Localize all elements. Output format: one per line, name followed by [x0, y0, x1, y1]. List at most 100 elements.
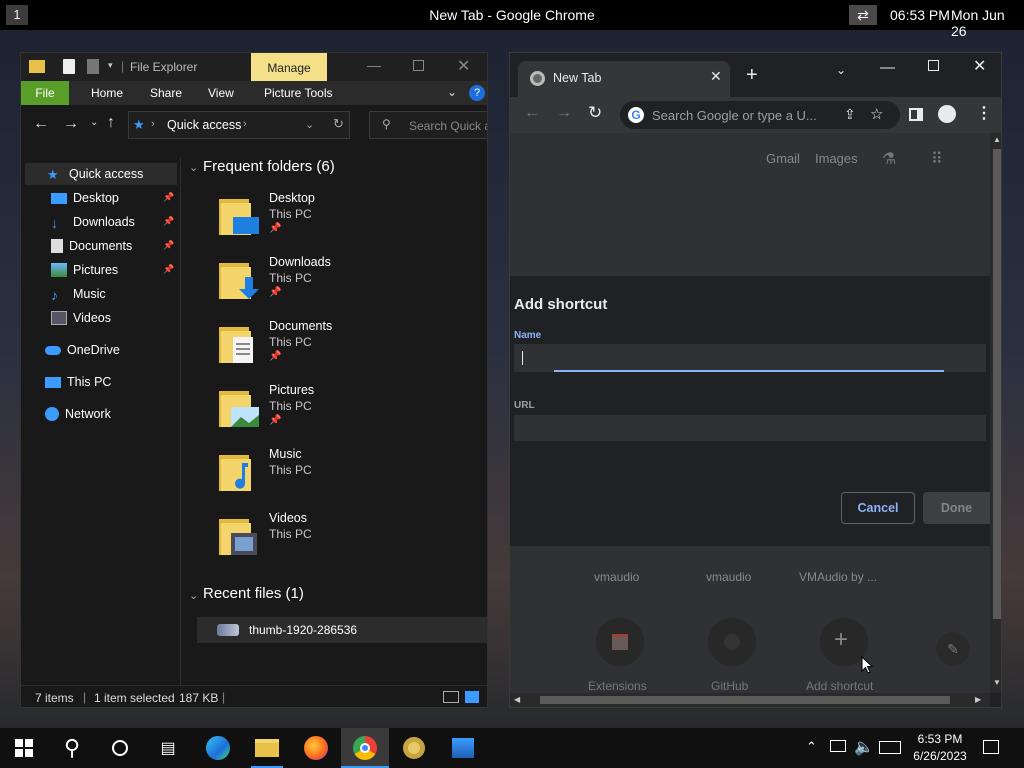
close-tab-icon[interactable]: ✕: [710, 68, 722, 85]
sidebar-item-music[interactable]: ♪ Music: [51, 283, 177, 305]
extensions-shortcut-tile[interactable]: [596, 618, 644, 666]
shortcut-title[interactable]: vmaudio: [594, 570, 639, 584]
new-tab-button[interactable]: +: [746, 64, 758, 87]
help-icon[interactable]: ?: [469, 85, 485, 101]
volume-icon[interactable]: 🔈: [854, 737, 874, 757]
folder-tile-desktop[interactable]: Desktop This PC 📌: [219, 191, 479, 251]
cancel-button[interactable]: Cancel: [841, 492, 915, 524]
profile-avatar-icon[interactable]: [938, 105, 956, 123]
url-field[interactable]: [514, 415, 986, 441]
section-header-recent[interactable]: Recent files (1): [203, 585, 304, 602]
bookmark-star-icon[interactable]: ☆: [870, 105, 883, 123]
sidebar-item-videos[interactable]: Videos: [51, 307, 177, 329]
sidebar-item-downloads[interactable]: ↓ Downloads 📌: [51, 211, 177, 233]
scroll-right-arrow-icon[interactable]: ▶: [975, 695, 981, 704]
panel-clock-date[interactable]: Mon Jun 26: [951, 7, 1024, 39]
file-explorer-taskbar-icon[interactable]: [243, 728, 291, 768]
swap-icon[interactable]: ⇄: [849, 5, 877, 25]
sidebar-item-onedrive[interactable]: OneDrive: [45, 339, 177, 361]
photos-app-icon[interactable]: [439, 728, 487, 768]
search-box[interactable]: ⚲ Search Quick a: [369, 111, 487, 139]
scrollbar-thumb[interactable]: [540, 696, 950, 704]
done-button[interactable]: Done: [923, 492, 990, 524]
collapse-chevron-icon[interactable]: ⌄: [189, 161, 198, 174]
section-header-frequent[interactable]: Frequent folders (6): [203, 158, 335, 175]
refresh-icon[interactable]: ↻: [333, 116, 344, 132]
back-arrow-icon[interactable]: ←: [33, 115, 49, 133]
ribbon-expand-icon[interactable]: ⌄: [447, 85, 457, 99]
ribbon-tab-file[interactable]: File: [21, 81, 69, 105]
maximize-button[interactable]: [413, 60, 424, 71]
forward-arrow-icon[interactable]: →: [63, 115, 79, 133]
shortcut-title[interactable]: VMAudio by ...: [799, 570, 877, 584]
qat-dropdown-icon[interactable]: ▾: [108, 60, 113, 71]
tab-search-icon[interactable]: ⌄: [836, 63, 846, 77]
touch-keyboard-icon[interactable]: [879, 741, 901, 754]
minimize-button[interactable]: —: [880, 59, 895, 76]
scroll-down-arrow-icon[interactable]: ▼: [993, 678, 1001, 687]
sidebar-item-quick-access[interactable]: ★ Quick access: [25, 163, 177, 185]
reload-icon[interactable]: ↻: [588, 103, 602, 123]
ribbon-tab-home[interactable]: Home: [91, 86, 123, 100]
network-status-icon[interactable]: [830, 740, 846, 752]
address-bar[interactable]: ★ › Quick access › ⌄ ↻: [128, 111, 350, 139]
new-folder-icon[interactable]: [87, 59, 99, 74]
shortcut-title[interactable]: GitHub: [711, 679, 748, 693]
collapse-chevron-icon[interactable]: ⌄: [189, 589, 198, 602]
large-icons-view-icon[interactable]: [465, 691, 479, 703]
scroll-up-arrow-icon[interactable]: ▲: [993, 135, 1001, 144]
horizontal-scrollbar[interactable]: ◀ ▶: [510, 693, 990, 707]
labs-flask-icon[interactable]: ⚗: [882, 149, 896, 169]
github-shortcut-tile[interactable]: [708, 618, 756, 666]
media-player-icon[interactable]: [390, 728, 438, 768]
close-button[interactable]: ✕: [973, 56, 986, 76]
task-view-icon[interactable]: ▤: [144, 728, 192, 768]
share-icon[interactable]: ⇪: [844, 106, 856, 123]
folder-tile-documents[interactable]: Documents This PC 📌: [219, 319, 479, 379]
shortcut-title[interactable]: Add shortcut: [806, 679, 873, 693]
ribbon-tab-view[interactable]: View: [208, 86, 234, 100]
action-center-icon[interactable]: [983, 740, 999, 754]
scrollbar-thumb[interactable]: [993, 149, 1001, 619]
firefox-icon[interactable]: [292, 728, 340, 768]
edge-browser-icon[interactable]: [194, 728, 242, 768]
tab-new-tab[interactable]: New Tab ✕: [518, 61, 730, 97]
sidebar-item-this-pc[interactable]: This PC: [45, 371, 177, 393]
folder-tile-pictures[interactable]: Pictures This PC 📌: [219, 383, 479, 443]
chrome-taskbar-icon[interactable]: [341, 728, 389, 768]
ribbon-tab-share[interactable]: Share: [150, 86, 182, 100]
sidebar-item-pictures[interactable]: Pictures 📌: [51, 259, 177, 281]
sidebar-item-desktop[interactable]: Desktop 📌: [51, 187, 177, 209]
show-hidden-icons-chevron-icon[interactable]: ⌃: [806, 739, 817, 755]
customize-pencil-icon[interactable]: ✎: [936, 632, 970, 666]
properties-icon[interactable]: [63, 59, 75, 74]
tab-strip[interactable]: New Tab ✕ + ⌄ — ✕: [510, 53, 1001, 97]
back-arrow-icon[interactable]: ←: [524, 104, 540, 122]
scroll-left-arrow-icon[interactable]: ◀: [514, 695, 520, 704]
up-arrow-icon[interactable]: ↑: [107, 114, 115, 132]
minimize-button[interactable]: —: [367, 57, 381, 73]
recent-locations-icon[interactable]: ⌄: [90, 117, 98, 128]
gmail-link[interactable]: Gmail: [766, 151, 800, 166]
ribbon-tab-picture-tools[interactable]: Picture Tools: [264, 86, 332, 100]
cortana-icon[interactable]: [96, 728, 144, 768]
forward-arrow-icon[interactable]: →: [556, 104, 572, 122]
folder-tile-videos[interactable]: Videos This PC: [219, 511, 479, 571]
name-field[interactable]: [514, 344, 986, 372]
address-dropdown-icon[interactable]: ⌄: [305, 118, 314, 131]
shortcut-title[interactable]: Extensions: [588, 679, 647, 693]
folder-tile-music[interactable]: Music This PC: [219, 447, 479, 507]
start-button[interactable]: [0, 728, 48, 768]
taskbar-clock-date[interactable]: 6/26/2023: [906, 749, 974, 763]
sidebar-item-network[interactable]: Network: [45, 403, 177, 425]
sidebar-item-documents[interactable]: Documents 📌: [51, 235, 177, 257]
details-view-icon[interactable]: [443, 691, 459, 703]
menu-kebab-icon[interactable]: ⋮: [976, 103, 992, 123]
manage-tab[interactable]: Manage: [251, 53, 327, 81]
shortcut-title[interactable]: vmaudio: [706, 570, 751, 584]
apps-grid-icon[interactable]: ⠿: [931, 149, 943, 169]
breadcrumb-chevron-icon[interactable]: ›: [243, 118, 247, 130]
taskbar-clock-time[interactable]: 6:53 PM: [910, 732, 970, 746]
search-icon[interactable]: ⚲: [48, 728, 96, 768]
omnibox[interactable]: G Search Google or type a U... ⇪ ☆: [620, 101, 900, 129]
